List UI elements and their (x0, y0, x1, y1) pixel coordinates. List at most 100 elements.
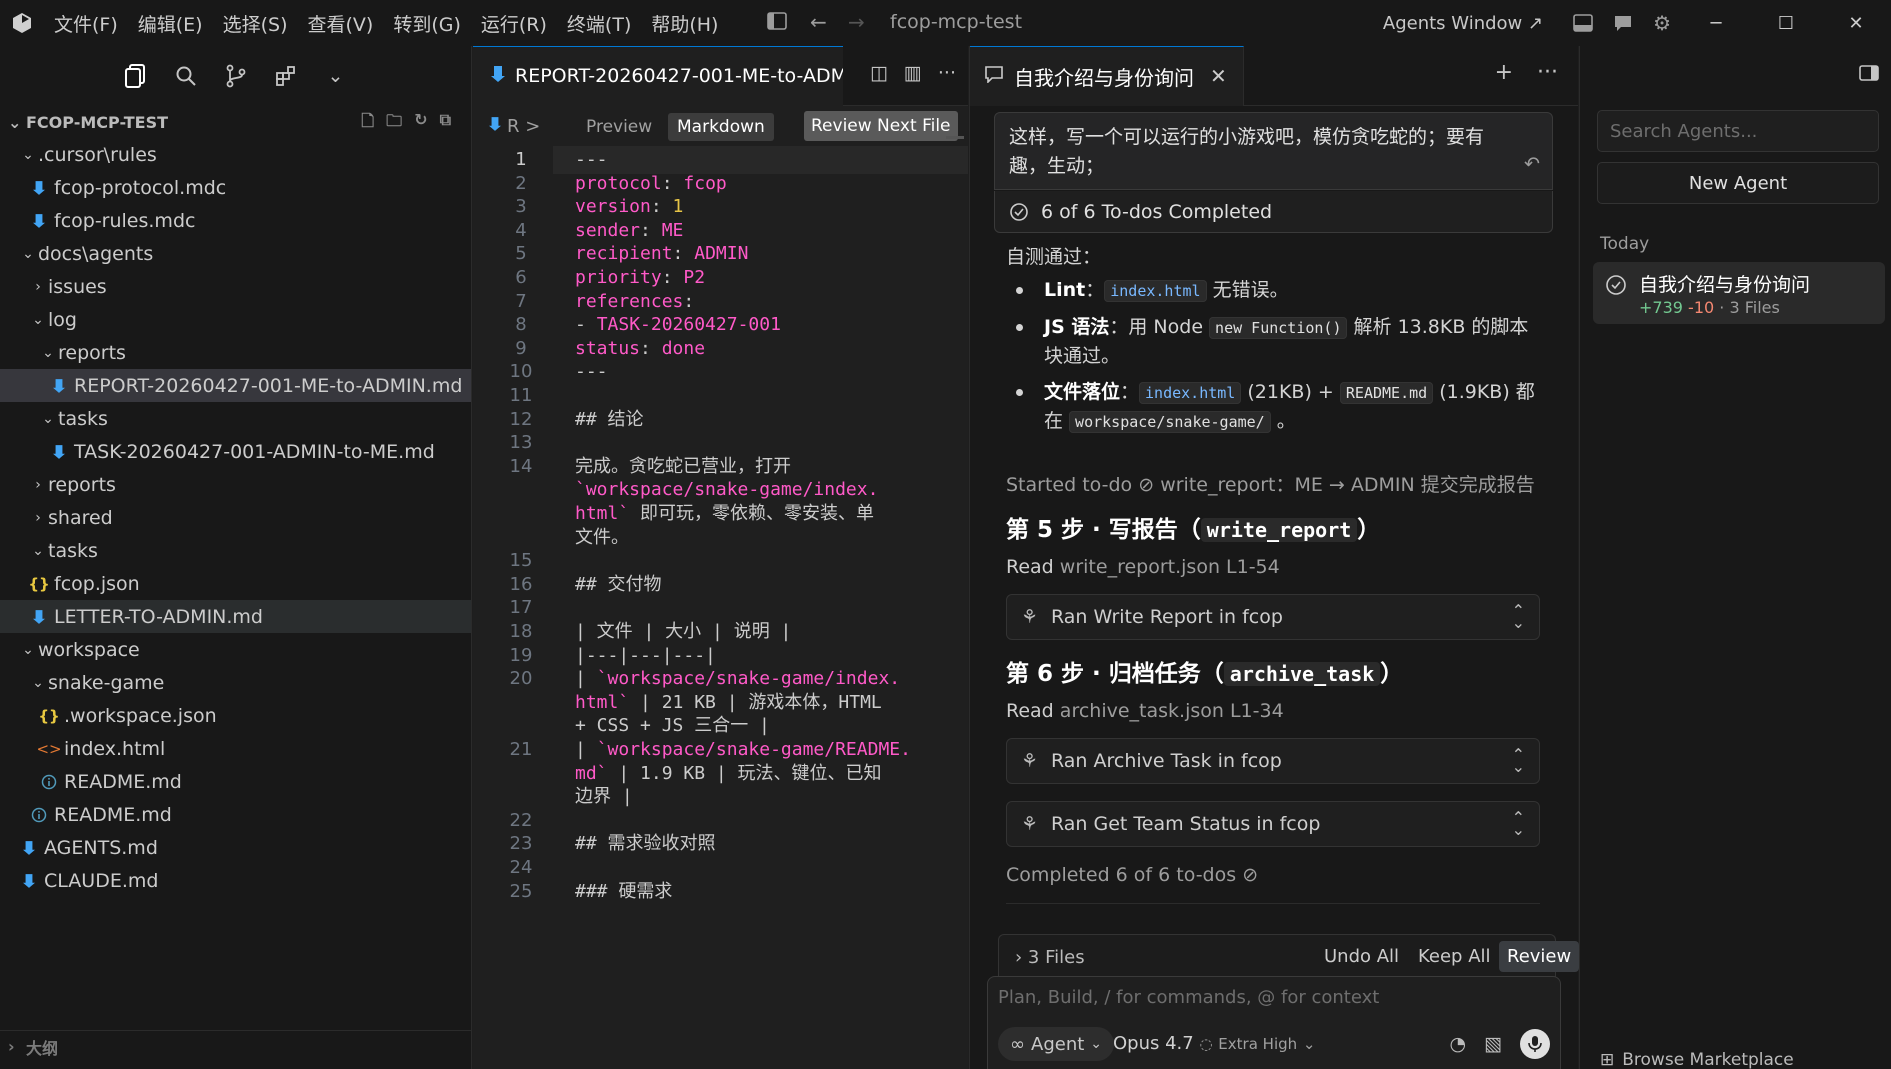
search-icon[interactable] (171, 61, 201, 91)
menu-item-5[interactable]: 运行(R) (471, 10, 557, 37)
tree-item[interactable]: fcop-rules.mdc (0, 204, 471, 237)
read-file-line[interactable]: Read write_report.json L1-54 (1006, 556, 1280, 578)
tree-item[interactable]: {} fcop.json (0, 567, 471, 600)
forward-arrow-icon[interactable]: → (838, 10, 875, 34)
tree-item[interactable]: › shared (0, 501, 471, 534)
split-editor-icon[interactable]: ▥ (904, 62, 922, 84)
revert-arrow-icon[interactable]: ↶ (1524, 150, 1540, 179)
new-agent-button[interactable]: New Agent (1597, 162, 1879, 204)
agent-list-item[interactable]: 自我介绍与身份询问 +739 -10 · 3 Files (1593, 262, 1885, 324)
minimize-button[interactable]: ─ (1681, 0, 1751, 46)
chat-panel: 自我介绍与身份询问 ✕ + ··· 这样，写一个可以运行的小游戏吧，模仿贪吃蛇的… (969, 45, 1580, 1069)
editor-tab-report[interactable]: REPORT-20260427-001-ME-to-ADMI (473, 45, 843, 106)
source-control-icon[interactable] (221, 61, 251, 91)
microphone-button[interactable] (1520, 1029, 1550, 1059)
tree-item[interactable]: REPORT-20260427-001-ME-to-ADMIN.md (0, 369, 471, 402)
tree-item[interactable]: › reports (0, 468, 471, 501)
refresh-icon[interactable]: ↻ (414, 110, 427, 137)
explorer-root-header[interactable]: ⌄ FCOP-MCP-TEST 🗋 🗀 ↻ ⧉ (0, 106, 471, 138)
preview-mode-button[interactable]: Preview (577, 113, 661, 141)
chevron-right-icon: › (35, 476, 41, 493)
user-prompt-message[interactable]: 这样，写一个可以运行的小游戏吧，模仿贪吃蛇的；要有 趣，生动； ↶ (994, 112, 1553, 190)
tree-item[interactable]: CLAUDE.md (0, 864, 471, 897)
json-file-icon: {} (38, 706, 60, 725)
tree-item[interactable]: ⌄ docs\agents (0, 237, 471, 270)
tree-item[interactable]: ⌄ snake-game (0, 666, 471, 699)
chat-tab[interactable]: 自我介绍与身份询问 ✕ (970, 45, 1244, 106)
maximize-button[interactable]: ☐ (1751, 0, 1821, 46)
tool-call-get-team-status[interactable]: ⚘ Ran Get Team Status in fcop ⌃ ⌄ (1006, 801, 1540, 847)
new-folder-icon[interactable]: 🗀 (386, 110, 402, 137)
tree-item[interactable]: README.md (0, 798, 471, 831)
tree-item-label: README.md (64, 770, 182, 793)
tree-item-label: CLAUDE.md (44, 869, 159, 892)
tree-item[interactable]: TASK-20260427-001-ADMIN-to-ME.md (0, 435, 471, 468)
menu-item-0[interactable]: 文件(F) (44, 10, 128, 37)
markdown-mode-button[interactable]: Markdown (668, 113, 774, 141)
more-actions-icon[interactable]: ··· (1537, 60, 1558, 85)
review-next-file-button[interactable]: Review Next File (804, 111, 958, 141)
menu-item-3[interactable]: 查看(V) (298, 10, 384, 37)
keep-all-button[interactable]: Keep All (1418, 946, 1491, 967)
expand-collapse-icon: ⌃ ⌄ (1511, 745, 1525, 776)
panel-layout-icon[interactable] (1563, 14, 1603, 32)
toggle-panel-icon[interactable] (1859, 64, 1879, 86)
undo-all-button[interactable]: Undo All (1324, 946, 1399, 967)
tree-item[interactable]: fcop-protocol.mdc (0, 171, 471, 204)
chevron-down-icon[interactable]: ⌄ (321, 61, 351, 91)
tree-item[interactable]: › issues (0, 270, 471, 303)
tree-item[interactable]: ⌄ workspace (0, 633, 471, 666)
close-window-button[interactable]: ✕ (1821, 0, 1891, 46)
tree-item[interactable]: ⌄ tasks (0, 402, 471, 435)
read-file-line[interactable]: Read archive_task.json L1-34 (1006, 700, 1284, 722)
chat-composer[interactable]: Plan, Build, / for commands, @ for conte… (987, 976, 1561, 1069)
collapse-all-icon[interactable]: ⧉ (440, 110, 451, 137)
chat-icon[interactable] (1603, 14, 1643, 32)
breadcrumb[interactable]: R > (489, 116, 540, 137)
completed-todos-line: Completed 6 of 6 to-dos ⊘ (1006, 864, 1259, 886)
agent-mode-select[interactable]: ∞ Agent ⌄ (998, 1027, 1115, 1061)
tree-item[interactable]: README.md (0, 765, 471, 798)
tree-item[interactable]: ⌄ .cursor\rules (0, 138, 471, 171)
tree-item[interactable]: AGENTS.md (0, 831, 471, 864)
menu-item-2[interactable]: 选择(S) (213, 10, 298, 37)
toggle-sidebar-icon[interactable] (757, 12, 797, 30)
agents-window-link[interactable]: Agents Window ↗ (1383, 13, 1543, 34)
html-file-icon: <> (36, 739, 62, 758)
new-file-icon[interactable]: 🗋 (361, 110, 374, 137)
tool-call-archive-task[interactable]: ⚘ Ran Archive Task in fcop ⌃ ⌄ (1006, 738, 1540, 784)
close-tab-icon[interactable]: ✕ (1210, 64, 1227, 88)
image-attach-icon[interactable]: ▧ (1484, 1033, 1502, 1055)
model-select[interactable]: Opus 4.7 ◌ Extra High ⌄ (1113, 1033, 1315, 1054)
more-actions-icon[interactable]: ··· (938, 62, 956, 84)
explorer-files-icon[interactable] (121, 61, 151, 91)
code-view[interactable]: 1 --- 2 protocol: fcop 3 version: 1 4 sender: M… (473, 146, 968, 1069)
open-preview-icon[interactable]: ◫ (870, 62, 888, 84)
tree-item[interactable]: LETTER-TO-ADMIN.md (0, 600, 471, 633)
tool-call-write-report[interactable]: ⚘ Ran Write Report in fcop ⌃ ⌄ (1006, 594, 1540, 640)
tree-item[interactable]: <> index.html (0, 732, 471, 765)
extensions-icon[interactable] (271, 61, 301, 91)
tree-item[interactable]: {} .workspace.json (0, 699, 471, 732)
back-arrow-icon[interactable]: ← (800, 10, 837, 34)
tree-item[interactable]: ⌄ tasks (0, 534, 471, 567)
outline-section-header[interactable]: › 大纲 (0, 1030, 471, 1062)
menu-item-1[interactable]: 编辑(E) (128, 10, 213, 37)
markdown-file-icon (18, 873, 40, 889)
tree-item[interactable]: ⌄ reports (0, 336, 471, 369)
new-chat-plus-icon[interactable]: + (1495, 60, 1513, 85)
json-file-icon: {} (28, 574, 50, 593)
started-todo-line: Started to-do ⊘ write_report：ME → ADMIN … (1006, 474, 1535, 496)
tree-item[interactable]: ⌄ log (0, 303, 471, 336)
composer-input[interactable]: Plan, Build, / for commands, @ for conte… (998, 987, 1379, 1008)
file-tree: ⌄ .cursor\rules fcop-protocol.mdc fcop-rule… (0, 138, 471, 897)
settings-gear-icon[interactable]: ⚙ (1643, 11, 1681, 35)
search-agents-input[interactable]: Search Agents... (1597, 110, 1879, 152)
todos-summary[interactable]: 6 of 6 To-dos Completed (994, 191, 1553, 233)
menu-item-4[interactable]: 转到(G) (383, 10, 471, 37)
changed-files-toggle[interactable]: › 3 Files (1015, 947, 1085, 968)
menu-item-7[interactable]: 帮助(H) (641, 10, 728, 37)
menu-item-6[interactable]: 终端(T) (557, 10, 641, 37)
browse-marketplace-link[interactable]: ⊞ Browse Marketplace (1600, 1050, 1794, 1069)
review-button[interactable]: Review (1499, 941, 1580, 972)
